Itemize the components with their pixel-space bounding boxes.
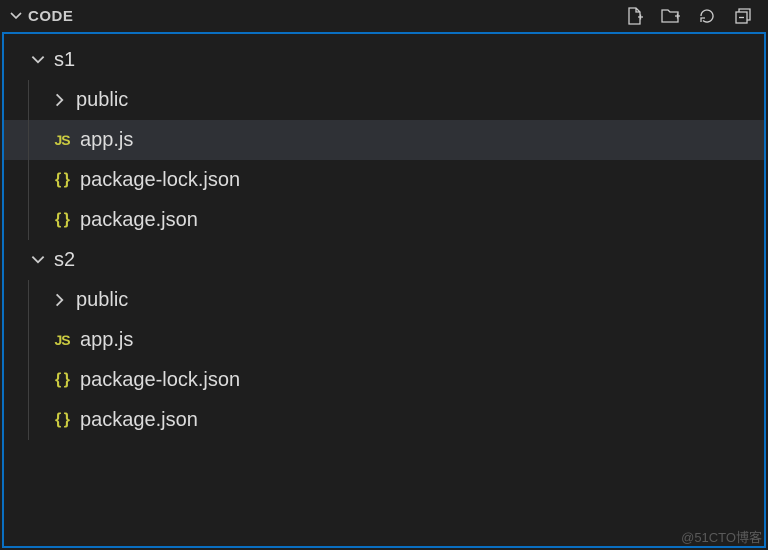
watermark: @51CTO博客 <box>681 527 762 546</box>
folder-label: s2 <box>50 249 75 272</box>
folder-label: public <box>72 289 128 312</box>
folder-label: public <box>72 89 128 112</box>
explorer-title: CODE <box>28 8 624 25</box>
new-folder-icon[interactable] <box>660 5 682 27</box>
file-label: package.json <box>76 209 198 232</box>
file-label: package-lock.json <box>76 169 240 192</box>
file-s2-package-lock[interactable]: { } package-lock.json <box>4 360 764 400</box>
json-icon: { } <box>48 211 76 229</box>
chevron-right-icon <box>48 291 72 309</box>
file-label: package.json <box>76 409 198 432</box>
file-s2-app-js[interactable]: JS app.js <box>4 320 764 360</box>
folder-s1-public[interactable]: public <box>4 80 764 120</box>
refresh-icon[interactable] <box>696 5 718 27</box>
js-icon: JS <box>48 332 76 348</box>
folder-s1[interactable]: s1 <box>4 40 764 80</box>
explorer-header: CODE <box>0 0 768 32</box>
file-s1-package[interactable]: { } package.json <box>4 200 764 240</box>
file-s2-package[interactable]: { } package.json <box>4 400 764 440</box>
file-s1-app-js[interactable]: JS app.js <box>4 120 764 160</box>
folder-label: s1 <box>50 49 75 72</box>
file-s1-package-lock[interactable]: { } package-lock.json <box>4 160 764 200</box>
file-label: app.js <box>76 129 133 152</box>
js-icon: JS <box>48 132 76 148</box>
new-file-icon[interactable] <box>624 5 646 27</box>
json-icon: { } <box>48 171 76 189</box>
json-icon: { } <box>48 371 76 389</box>
chevron-down-icon <box>26 251 50 269</box>
collapse-all-icon[interactable] <box>732 5 754 27</box>
chevron-down-icon <box>26 51 50 69</box>
folder-s2[interactable]: s2 <box>4 240 764 280</box>
chevron-right-icon <box>48 91 72 109</box>
json-icon: { } <box>48 411 76 429</box>
explorer-actions <box>624 5 760 27</box>
file-label: app.js <box>76 329 133 352</box>
file-label: package-lock.json <box>76 369 240 392</box>
chevron-down-icon[interactable] <box>4 8 28 24</box>
folder-s2-public[interactable]: public <box>4 280 764 320</box>
file-tree: s1 public JS app.js { } package-lock.jso… <box>2 32 766 548</box>
